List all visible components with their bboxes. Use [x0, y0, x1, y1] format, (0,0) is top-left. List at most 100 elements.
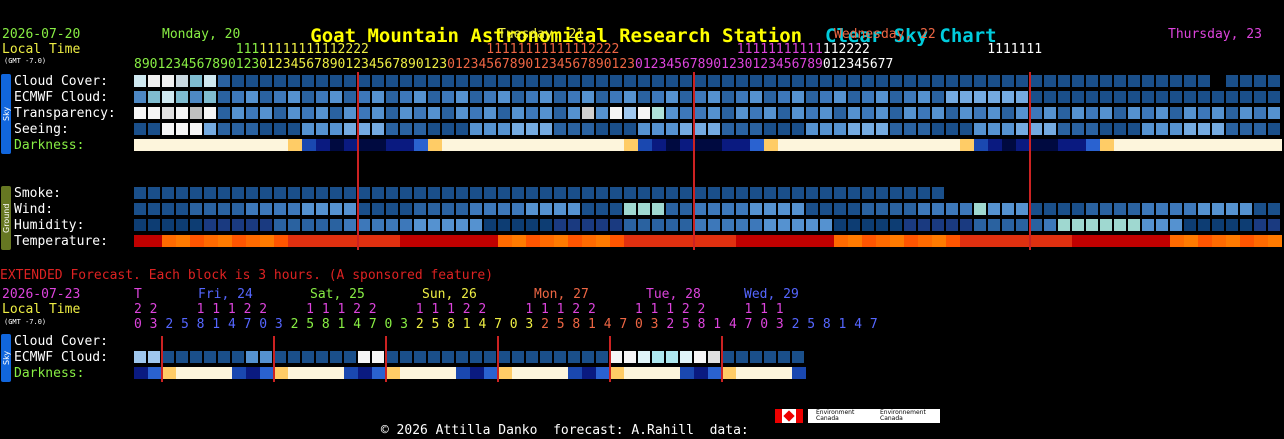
transparency-block[interactable] — [1058, 107, 1070, 119]
humidity-block[interactable] — [722, 219, 734, 231]
darkness-block[interactable] — [736, 139, 750, 151]
seeing-block[interactable] — [736, 123, 748, 135]
transparency-block[interactable] — [134, 107, 146, 119]
humidity-block[interactable] — [344, 219, 356, 231]
darkness-block[interactable] — [1002, 139, 1016, 151]
cloud-block[interactable] — [1184, 75, 1196, 87]
extended-darkness-block[interactable] — [764, 367, 778, 379]
darkness-block[interactable] — [1044, 139, 1058, 151]
temperature-block[interactable] — [498, 235, 512, 247]
seeing-block[interactable] — [1142, 123, 1154, 135]
extended-darkness-block[interactable] — [302, 367, 316, 379]
transparency-block[interactable] — [274, 107, 286, 119]
wind-block[interactable] — [918, 203, 930, 215]
ecmwf-block[interactable] — [1100, 91, 1112, 103]
smoke-block[interactable] — [218, 187, 230, 199]
temperature-block[interactable] — [1240, 235, 1254, 247]
darkness-block[interactable] — [1072, 139, 1086, 151]
smoke-block[interactable] — [554, 187, 566, 199]
cloud-block[interactable] — [176, 75, 188, 87]
darkness-block[interactable] — [148, 139, 162, 151]
wind-block[interactable] — [1100, 203, 1112, 215]
extended-darkness-block[interactable] — [722, 367, 736, 379]
humidity-block[interactable] — [1030, 219, 1042, 231]
transparency-block[interactable] — [316, 107, 328, 119]
temperature-block[interactable] — [288, 235, 302, 247]
wind-block[interactable] — [1212, 203, 1224, 215]
transparency-block[interactable] — [946, 107, 958, 119]
extended-cloud-block[interactable] — [540, 351, 552, 363]
extended-cloud-block[interactable] — [134, 351, 146, 363]
humidity-block[interactable] — [330, 219, 342, 231]
cloud-block[interactable] — [946, 75, 958, 87]
darkness-block[interactable] — [1240, 139, 1254, 151]
darkness-block[interactable] — [134, 139, 148, 151]
seeing-block[interactable] — [960, 123, 972, 135]
wind-block[interactable] — [680, 203, 692, 215]
extended-cloud-block[interactable] — [162, 351, 174, 363]
extended-darkness-block[interactable] — [526, 367, 540, 379]
humidity-block[interactable] — [764, 219, 776, 231]
darkness-block[interactable] — [1268, 139, 1282, 151]
temperature-block[interactable] — [834, 235, 848, 247]
ecmwf-block[interactable] — [246, 91, 258, 103]
smoke-block[interactable] — [260, 187, 272, 199]
wind-block[interactable] — [820, 203, 832, 215]
humidity-block[interactable] — [834, 219, 846, 231]
temperature-block[interactable] — [554, 235, 568, 247]
darkness-block[interactable] — [1016, 139, 1030, 151]
transparency-block[interactable] — [820, 107, 832, 119]
smoke-block[interactable] — [176, 187, 188, 199]
smoke-block[interactable] — [582, 187, 594, 199]
cloud-block[interactable] — [372, 75, 384, 87]
ecmwf-block[interactable] — [498, 91, 510, 103]
transparency-block[interactable] — [848, 107, 860, 119]
darkness-block[interactable] — [1254, 139, 1268, 151]
cloud-block[interactable] — [1128, 75, 1140, 87]
transparency-block[interactable] — [876, 107, 888, 119]
seeing-block[interactable] — [526, 123, 538, 135]
ecmwf-block[interactable] — [1170, 91, 1182, 103]
darkness-block[interactable] — [1212, 139, 1226, 151]
ecmwf-block[interactable] — [274, 91, 286, 103]
transparency-block[interactable] — [1156, 107, 1168, 119]
darkness-block[interactable] — [834, 139, 848, 151]
transparency-block[interactable] — [470, 107, 482, 119]
humidity-block[interactable] — [624, 219, 636, 231]
transparency-block[interactable] — [792, 107, 804, 119]
darkness-block[interactable] — [680, 139, 694, 151]
seeing-block[interactable] — [148, 123, 160, 135]
temperature-block[interactable] — [764, 235, 778, 247]
ecmwf-block[interactable] — [1142, 91, 1154, 103]
smoke-block[interactable] — [638, 187, 650, 199]
humidity-block[interactable] — [484, 219, 496, 231]
darkness-block[interactable] — [470, 139, 484, 151]
wind-block[interactable] — [526, 203, 538, 215]
wind-block[interactable] — [750, 203, 762, 215]
transparency-block[interactable] — [218, 107, 230, 119]
ecmwf-block[interactable] — [1184, 91, 1196, 103]
cloud-block[interactable] — [876, 75, 888, 87]
ecmwf-block[interactable] — [1044, 91, 1056, 103]
wind-block[interactable] — [1086, 203, 1098, 215]
extended-cloud-block[interactable] — [260, 351, 272, 363]
wind-block[interactable] — [260, 203, 272, 215]
seeing-block[interactable] — [246, 123, 258, 135]
ecmwf-block[interactable] — [1030, 91, 1042, 103]
cloud-block[interactable] — [232, 75, 244, 87]
humidity-block[interactable] — [1128, 219, 1140, 231]
ecmwf-block[interactable] — [638, 91, 650, 103]
seeing-block[interactable] — [876, 123, 888, 135]
extended-cloud-block[interactable] — [456, 351, 468, 363]
ecmwf-block[interactable] — [708, 91, 720, 103]
darkness-block[interactable] — [218, 139, 232, 151]
cloud-block[interactable] — [624, 75, 636, 87]
wind-block[interactable] — [400, 203, 412, 215]
extended-cloud-block[interactable] — [316, 351, 328, 363]
wind-block[interactable] — [1016, 203, 1028, 215]
seeing-block[interactable] — [1212, 123, 1224, 135]
extended-darkness-block[interactable] — [512, 367, 526, 379]
ecmwf-block[interactable] — [568, 91, 580, 103]
extended-cloud-block[interactable] — [680, 351, 692, 363]
temperature-block[interactable] — [470, 235, 484, 247]
